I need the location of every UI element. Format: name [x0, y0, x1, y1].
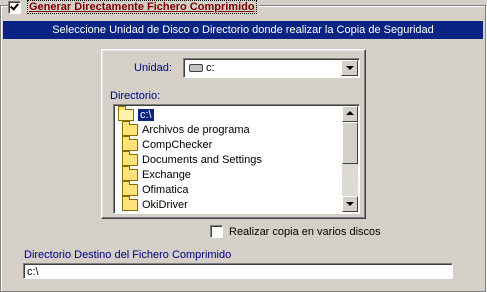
chevron-down-icon	[346, 66, 354, 70]
directory-item[interactable]: c:\	[116, 105, 340, 122]
arrow-up-icon	[346, 111, 354, 115]
multi-disk-checkbox[interactable]	[210, 225, 223, 238]
folder-icon	[122, 150, 138, 166]
directory-label: Directorio:	[110, 90, 161, 102]
folder-icon	[122, 195, 138, 211]
drive-select-value: c:	[206, 62, 215, 74]
directory-item[interactable]: Documents and Settings	[116, 150, 340, 167]
generate-compressed-checkbox-row[interactable]: Generar Directamente Fichero Comprimido	[8, 0, 259, 14]
folder-icon	[122, 120, 138, 136]
generate-compressed-checkbox[interactable]	[8, 0, 21, 14]
destination-input[interactable]: c:\	[23, 263, 453, 279]
scroll-down-button[interactable]	[342, 196, 358, 212]
directory-scrollbar[interactable]	[342, 106, 358, 212]
drive-icon	[189, 64, 203, 72]
drive-directory-panel: Unidad: c: Directorio: c:\ Archivos de pr…	[101, 49, 366, 219]
directory-item[interactable]: Archivos de programa	[116, 120, 340, 137]
scroll-up-button[interactable]	[342, 106, 358, 122]
open-folder-icon	[118, 105, 134, 121]
folder-icon	[122, 135, 138, 151]
directory-item[interactable]: Ofimatica	[116, 180, 340, 197]
scroll-thumb[interactable]	[342, 122, 358, 164]
multi-disk-option[interactable]: Realizar copia en varios discos	[210, 225, 381, 238]
drive-select[interactable]: c:	[183, 58, 360, 78]
folder-icon	[122, 180, 138, 196]
directory-item[interactable]: OkiDriver	[116, 195, 340, 212]
directory-item[interactable]: CompChecker	[116, 135, 340, 152]
directory-item-label: CompChecker	[142, 138, 213, 151]
directory-item-label: Documents and Settings	[142, 153, 262, 166]
multi-disk-label[interactable]: Realizar copia en varios discos	[229, 226, 381, 238]
directory-item-label: c:\	[138, 108, 154, 121]
directory-item-label: Archivos de programa	[142, 123, 250, 136]
directory-item-label: OkiDriver	[142, 198, 188, 211]
instruction-banner: Seleccione Unidad de Disco o Directorio …	[3, 21, 483, 39]
directory-item-label: Ofimatica	[142, 183, 189, 196]
destination-label: Directorio Destino del Fichero Comprimid…	[24, 249, 232, 261]
arrow-down-icon	[346, 202, 354, 206]
directory-item[interactable]: Exchange	[116, 165, 340, 182]
directory-listbox[interactable]: c:\ Archivos de programa CompChecker Docume…	[113, 104, 360, 214]
drive-dropdown-button[interactable]	[341, 60, 358, 76]
generate-compressed-label[interactable]: Generar Directamente Fichero Comprimido	[27, 0, 257, 14]
folder-icon	[122, 165, 138, 181]
drive-label: Unidad:	[134, 62, 172, 74]
directory-item-label: Exchange	[142, 168, 191, 181]
